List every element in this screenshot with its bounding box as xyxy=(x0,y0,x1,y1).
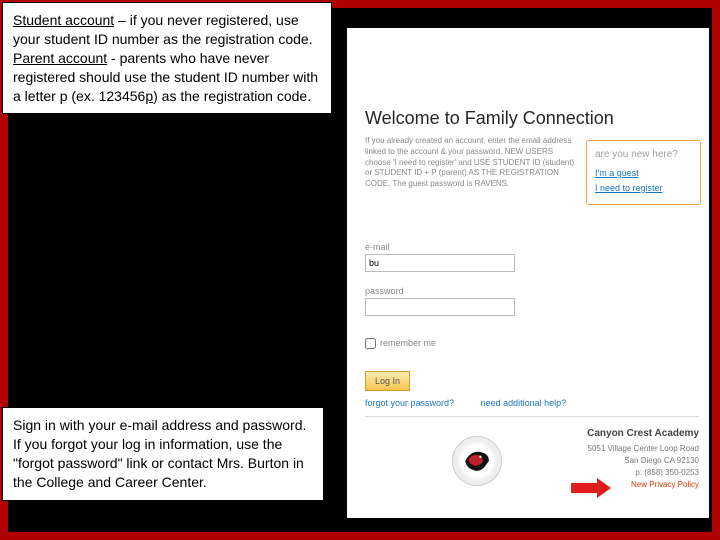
new-here-box: are you new here? I'm a guest I need to … xyxy=(586,140,701,205)
help-links: forgot your password? need additional he… xyxy=(365,398,590,408)
parent-account-text-end: ) as the registration code. xyxy=(153,88,311,104)
raven-icon xyxy=(460,444,494,478)
parent-account-label: Parent account xyxy=(13,50,107,66)
family-connection-panel: Welcome to Family Connection If you alre… xyxy=(347,28,709,518)
new-here-question: are you new here? xyxy=(595,149,692,160)
school-name: Canyon Crest Academy xyxy=(587,426,699,441)
additional-help-link[interactable]: need additional help? xyxy=(481,398,567,408)
remember-checkbox[interactable] xyxy=(365,338,376,349)
page-title: Welcome to Family Connection xyxy=(365,108,614,129)
student-account-label: Student account xyxy=(13,12,114,28)
callout-registration-info: Student account – if you never registere… xyxy=(2,2,332,114)
email-field[interactable] xyxy=(365,254,515,272)
remember-row: remember me xyxy=(365,338,565,349)
login-form: e-mail password remember me Log In xyxy=(365,232,565,391)
callout-signin-info: Sign in with your e-mail address and pas… xyxy=(2,407,324,501)
password-field[interactable] xyxy=(365,298,515,316)
register-link[interactable]: I need to register xyxy=(595,183,692,193)
email-label: e-mail xyxy=(365,242,565,252)
remember-label: remember me xyxy=(380,338,436,348)
parent-p-letter: p xyxy=(145,88,153,104)
login-button[interactable]: Log In xyxy=(365,371,410,391)
red-arrow-icon xyxy=(571,480,611,496)
addr-line2: San Diego CA 92130 xyxy=(587,455,699,467)
password-label: password xyxy=(365,286,565,296)
school-logo xyxy=(452,436,502,486)
forgot-password-link[interactable]: forgot your password? xyxy=(365,398,454,408)
page-intro: If you already created an account, enter… xyxy=(365,136,575,190)
guest-link[interactable]: I'm a guest xyxy=(595,168,692,178)
addr-line1: 5051 Village Center Loop Road xyxy=(587,443,699,455)
signin-info-text: Sign in with your e-mail address and pas… xyxy=(13,417,306,490)
divider xyxy=(365,416,699,417)
